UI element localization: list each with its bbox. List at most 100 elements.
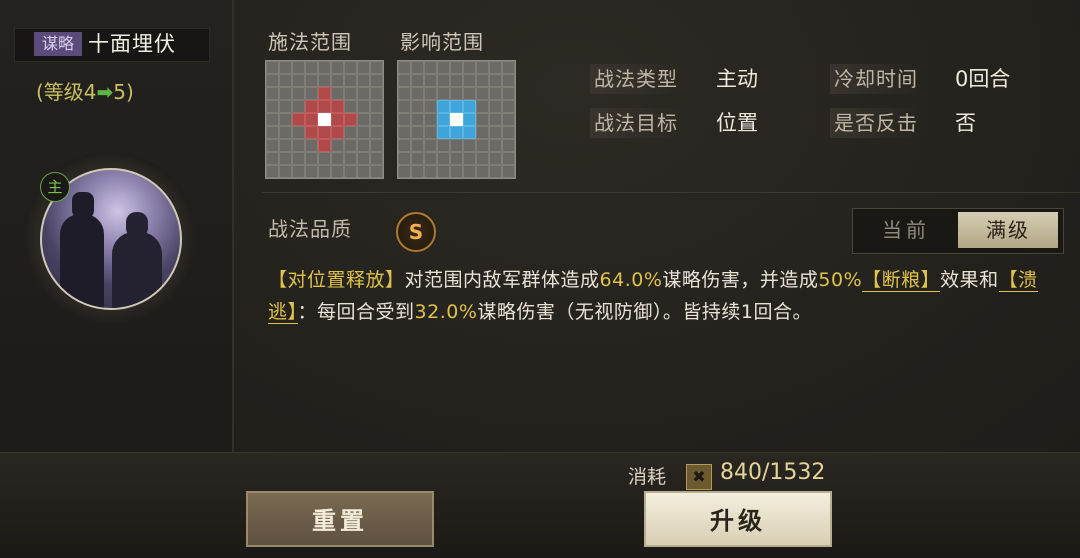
grid-cell	[266, 126, 279, 139]
skill-name: 十面埋伏	[88, 32, 176, 56]
figure-head	[72, 192, 94, 220]
grid-cell	[292, 61, 305, 74]
grid-cell	[344, 74, 357, 87]
grid-cell	[292, 126, 305, 139]
grid-cell	[502, 100, 515, 113]
dot-damage-rate: 32.0%	[414, 301, 478, 323]
grid-cell	[279, 165, 292, 178]
grid-cell	[437, 61, 450, 74]
grid-cell	[411, 87, 424, 100]
grid-cell	[266, 139, 279, 152]
grid-cell	[266, 87, 279, 100]
grid-cell	[357, 74, 370, 87]
grid-cell	[398, 113, 411, 126]
grid-cell	[318, 100, 331, 113]
effect-chance: 50%	[818, 269, 863, 291]
grid-cell	[437, 152, 450, 165]
grid-cell	[266, 113, 279, 126]
grid-cell	[331, 113, 344, 126]
grid-cell	[331, 152, 344, 165]
grid-cell	[357, 139, 370, 152]
grid-cell	[450, 74, 463, 87]
grid-cell	[344, 100, 357, 113]
figure-head	[126, 212, 148, 238]
grid-cell	[292, 113, 305, 126]
grid-cell	[292, 87, 305, 100]
figure-silhouette	[112, 232, 162, 308]
grid-cell	[318, 87, 331, 100]
grid-cell	[398, 139, 411, 152]
cooldown-value: 0回合	[955, 67, 1011, 91]
grid-cell	[318, 152, 331, 165]
reset-button[interactable]: 重置	[246, 491, 434, 547]
grid-cell	[318, 126, 331, 139]
description-text: 对范围内敌军群体造成	[404, 269, 600, 291]
cost-value: 840/1532	[720, 460, 826, 485]
grid-cell	[463, 113, 476, 126]
upgrade-button[interactable]: 升级	[644, 491, 832, 547]
level-next: 5)	[113, 80, 134, 104]
grid-cell	[398, 61, 411, 74]
toggle-current-button[interactable]: 当前	[856, 212, 956, 248]
grid-cell	[437, 100, 450, 113]
grid-cell	[489, 152, 502, 165]
grid-cell	[266, 74, 279, 87]
description-text: 谋略伤害（无视防御）。皆持续1回合。	[477, 301, 812, 323]
grid-cell	[344, 61, 357, 74]
section-divider	[262, 192, 1080, 193]
grid-cell	[398, 126, 411, 139]
grid-cell	[411, 113, 424, 126]
grid-cell	[318, 165, 331, 178]
grid-cell	[411, 165, 424, 178]
grid-cell	[370, 74, 383, 87]
grid-cell	[476, 126, 489, 139]
grid-cell	[437, 74, 450, 87]
grid-cell	[305, 74, 318, 87]
damage-rate: 64.0%	[599, 269, 663, 291]
quality-grade-badge: S	[396, 212, 436, 252]
grid-cell	[398, 165, 411, 178]
grid-cell	[476, 165, 489, 178]
grid-cell	[437, 87, 450, 100]
cost-label: 消耗	[628, 466, 667, 488]
grid-cell	[292, 74, 305, 87]
keyword-starvation[interactable]: 【断粮】	[862, 269, 941, 292]
grid-cell	[450, 113, 463, 126]
grid-cell	[305, 100, 318, 113]
grid-cell	[411, 139, 424, 152]
grid-cell	[279, 126, 292, 139]
grid-cell	[476, 139, 489, 152]
grid-cell	[370, 87, 383, 100]
keyword-position-release: 【对位置释放】	[268, 269, 405, 291]
counterattack-value: 否	[955, 111, 976, 135]
skill-target-label: 战法目标	[590, 108, 682, 138]
grid-cell	[437, 139, 450, 152]
grid-cell	[357, 126, 370, 139]
toggle-max-level-button[interactable]: 满级	[958, 212, 1058, 248]
grid-cell	[370, 61, 383, 74]
grid-cell	[370, 113, 383, 126]
grid-cell	[305, 152, 318, 165]
grid-cell	[305, 165, 318, 178]
cast-range-grid	[265, 60, 384, 179]
grid-cell	[357, 113, 370, 126]
grid-cell	[450, 87, 463, 100]
skill-target-value: 位置	[716, 111, 758, 135]
skill-type-tag: 谋略	[34, 32, 82, 56]
cooldown-label: 冷却时间	[830, 64, 922, 94]
scroll-icon: ✖	[686, 464, 712, 490]
level-current: (等级4	[36, 80, 97, 104]
grid-cell	[331, 126, 344, 139]
grid-cell	[279, 113, 292, 126]
grid-cell	[398, 74, 411, 87]
grid-cell	[331, 139, 344, 152]
grid-cell	[292, 100, 305, 113]
grid-cell	[437, 113, 450, 126]
grid-cell	[489, 113, 502, 126]
grid-cell	[318, 74, 331, 87]
grid-cell	[450, 126, 463, 139]
grid-cell	[450, 139, 463, 152]
grid-cell	[279, 139, 292, 152]
grid-cell	[398, 100, 411, 113]
grid-cell	[266, 61, 279, 74]
